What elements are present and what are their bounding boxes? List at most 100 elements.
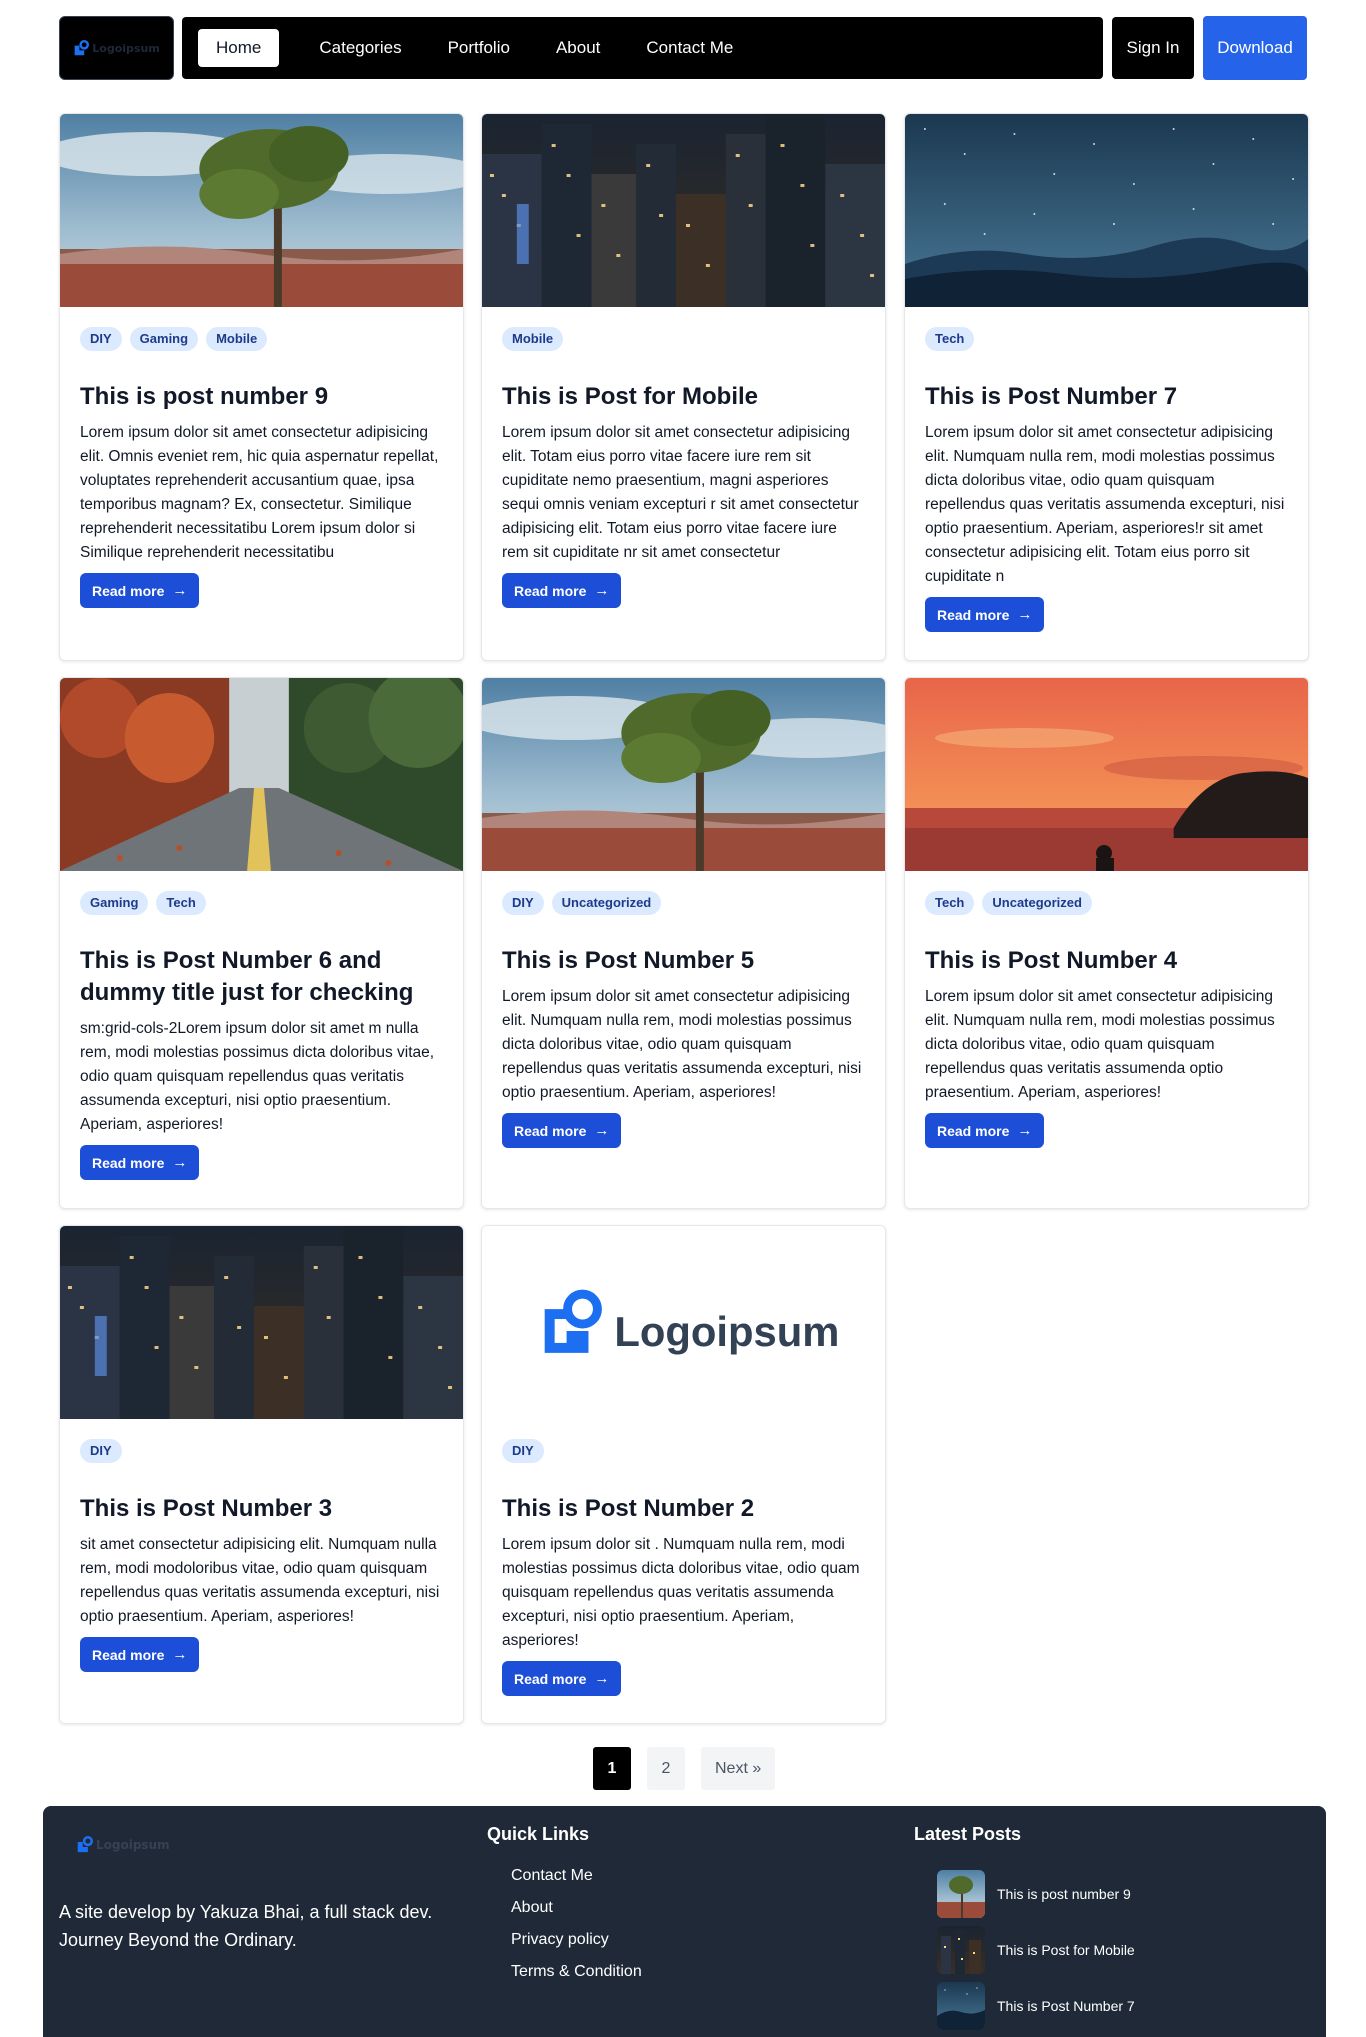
next-page-button[interactable]: Next » [701, 1747, 776, 1790]
post-card: Tech This is Post Number 7 Lorem ipsum d… [904, 113, 1309, 661]
tag-pill[interactable]: DIY [502, 1439, 544, 1463]
post-title[interactable]: This is post number 9 [80, 381, 443, 413]
nav-home[interactable]: Home [198, 29, 280, 67]
tag-list: DIY Uncategorized [502, 891, 865, 915]
latest-post-title: This is Post Number 7 [997, 1998, 1135, 2014]
tag-pill[interactable]: DIY [502, 891, 544, 915]
latest-post-title: This is Post for Mobile [997, 1942, 1135, 1958]
tag-pill[interactable]: Gaming [80, 891, 149, 915]
tag-pill[interactable]: Mobile [502, 327, 564, 351]
read-more-button[interactable]: Read more → [502, 1113, 622, 1148]
post-excerpt: Lorem ipsum dolor sit amet consectetur a… [502, 424, 859, 561]
site-footer: Logoipsum A site develop by Yakuza Bhai,… [43, 1806, 1326, 2037]
pagination: 1 2 Next » [593, 1747, 776, 1790]
post-card: Gaming Tech This is Post Number 6 and du… [59, 677, 464, 1209]
post-card: DIY Gaming Mobile This is post number 9 … [59, 113, 464, 661]
arrow-right-icon: → [594, 1122, 610, 1139]
footer-link-contact[interactable]: Contact Me [511, 1866, 642, 1898]
post-title[interactable]: This is Post Number 5 [502, 945, 865, 977]
post-image-starry-mountains[interactable] [905, 114, 1308, 307]
latest-post-thumbnail [937, 1870, 985, 1918]
post-excerpt: sm:grid-cols-2Lorem ipsum dolor sit amet… [80, 1020, 435, 1133]
latest-post-title: This is post number 9 [997, 1886, 1131, 1902]
read-more-label: Read more [92, 1154, 165, 1171]
post-image-sunset-sea[interactable] [905, 678, 1308, 871]
site-header: Logoipsum Home Categories Portfolio Abou… [59, 16, 1307, 80]
footer-logo[interactable]: Logoipsum [76, 1836, 170, 1853]
logo-mark-icon [74, 40, 90, 56]
nav-about[interactable]: About [538, 29, 618, 67]
post-card: Mobile This is Post for Mobile Lorem ips… [481, 113, 886, 661]
nav-categories[interactable]: Categories [301, 29, 419, 67]
post-image-autumn-road[interactable] [60, 678, 463, 871]
post-excerpt: Lorem ipsum dolor sit amet consectetur a… [925, 988, 1275, 1101]
tag-list: Gaming Tech [80, 891, 443, 915]
read-more-button[interactable]: Read more → [502, 573, 622, 608]
nav-portfolio[interactable]: Portfolio [430, 29, 528, 67]
tag-pill[interactable]: DIY [80, 1439, 122, 1463]
post-image-tree-canyon[interactable] [60, 114, 463, 307]
logo-text: Logoipsum [92, 41, 160, 55]
read-more-button[interactable]: Read more → [80, 1145, 200, 1180]
tag-pill[interactable]: Uncategorized [982, 891, 1092, 915]
read-more-label: Read more [937, 1122, 1010, 1139]
sign-in-button[interactable]: Sign In [1112, 17, 1194, 79]
page-2-button[interactable]: 2 [647, 1747, 685, 1790]
footer-link-privacy[interactable]: Privacy policy [511, 1930, 642, 1962]
post-excerpt: Lorem ipsum dolor sit . Numquam nulla re… [502, 1536, 860, 1649]
read-more-button[interactable]: Read more → [502, 1661, 622, 1696]
read-more-label: Read more [937, 606, 1010, 623]
post-excerpt: Lorem ipsum dolor sit amet consectetur a… [80, 424, 439, 561]
header-logo[interactable]: Logoipsum [59, 16, 174, 80]
read-more-button[interactable]: Read more → [925, 1113, 1045, 1148]
tag-list: Tech [925, 327, 1288, 351]
post-image-city-night[interactable] [482, 114, 885, 307]
logo-image-text: Logoipsum [614, 1308, 839, 1355]
nav-contact[interactable]: Contact Me [628, 29, 751, 67]
latest-post-item[interactable]: This is Post for Mobile [937, 1922, 1135, 1978]
post-card: DIY Uncategorized This is Post Number 5 … [481, 677, 886, 1209]
quick-links-heading: Quick Links [487, 1824, 590, 1844]
post-card: Logoipsum DIY This is Post Number 2 Lore… [481, 1225, 886, 1724]
post-card: DIY This is Post Number 3 sit amet conse… [59, 1225, 464, 1724]
post-image-logo[interactable]: Logoipsum [482, 1226, 885, 1419]
latest-post-thumbnail [937, 1982, 985, 2030]
read-more-button[interactable]: Read more → [80, 1637, 200, 1672]
post-title[interactable]: This is Post Number 6 and dummy title ju… [80, 945, 443, 1009]
latest-post-item[interactable]: This is post number 9 [937, 1866, 1135, 1922]
post-title[interactable]: This is Post Number 2 [502, 1493, 865, 1525]
arrow-right-icon: → [1017, 1122, 1033, 1139]
read-more-label: Read more [514, 1122, 587, 1139]
tag-pill[interactable]: Tech [925, 327, 975, 351]
tag-pill[interactable]: Gaming [129, 327, 199, 351]
read-more-label: Read more [514, 1670, 587, 1687]
post-card: Tech Uncategorized This is Post Number 4… [904, 677, 1309, 1209]
read-more-button[interactable]: Read more → [80, 573, 200, 608]
post-title[interactable]: This is Post Number 7 [925, 381, 1288, 413]
post-excerpt: Lorem ipsum dolor sit amet consectetur a… [502, 988, 862, 1101]
tag-pill[interactable]: Uncategorized [551, 891, 662, 915]
read-more-label: Read more [92, 582, 165, 599]
post-image-tree-canyon[interactable] [482, 678, 885, 871]
read-more-button[interactable]: Read more → [925, 597, 1045, 632]
latest-post-thumbnail [937, 1926, 985, 1974]
post-title[interactable]: This is Post Number 3 [80, 1493, 443, 1525]
post-title[interactable]: This is Post for Mobile [502, 381, 865, 413]
tag-pill[interactable]: Tech [925, 891, 975, 915]
page-1-button[interactable]: 1 [593, 1747, 631, 1790]
post-image-city-night[interactable] [60, 1226, 463, 1419]
logo-mark-icon [77, 1836, 93, 1853]
tag-pill[interactable]: Mobile [206, 327, 268, 351]
arrow-right-icon: → [172, 1154, 188, 1171]
arrow-right-icon: → [594, 1670, 610, 1687]
read-more-label: Read more [514, 582, 587, 599]
tag-pill[interactable]: DIY [80, 327, 122, 351]
tag-pill[interactable]: Tech [156, 891, 206, 915]
latest-post-item[interactable]: This is Post Number 7 [937, 1978, 1135, 2034]
footer-link-terms[interactable]: Terms & Condition [511, 1962, 642, 1994]
download-button[interactable]: Download [1203, 16, 1307, 80]
post-title[interactable]: This is Post Number 4 [925, 945, 1288, 977]
tag-list: Mobile [502, 327, 865, 351]
footer-link-about[interactable]: About [511, 1898, 642, 1930]
latest-posts-list: This is post number 9 This is Post for M… [937, 1866, 1135, 2034]
